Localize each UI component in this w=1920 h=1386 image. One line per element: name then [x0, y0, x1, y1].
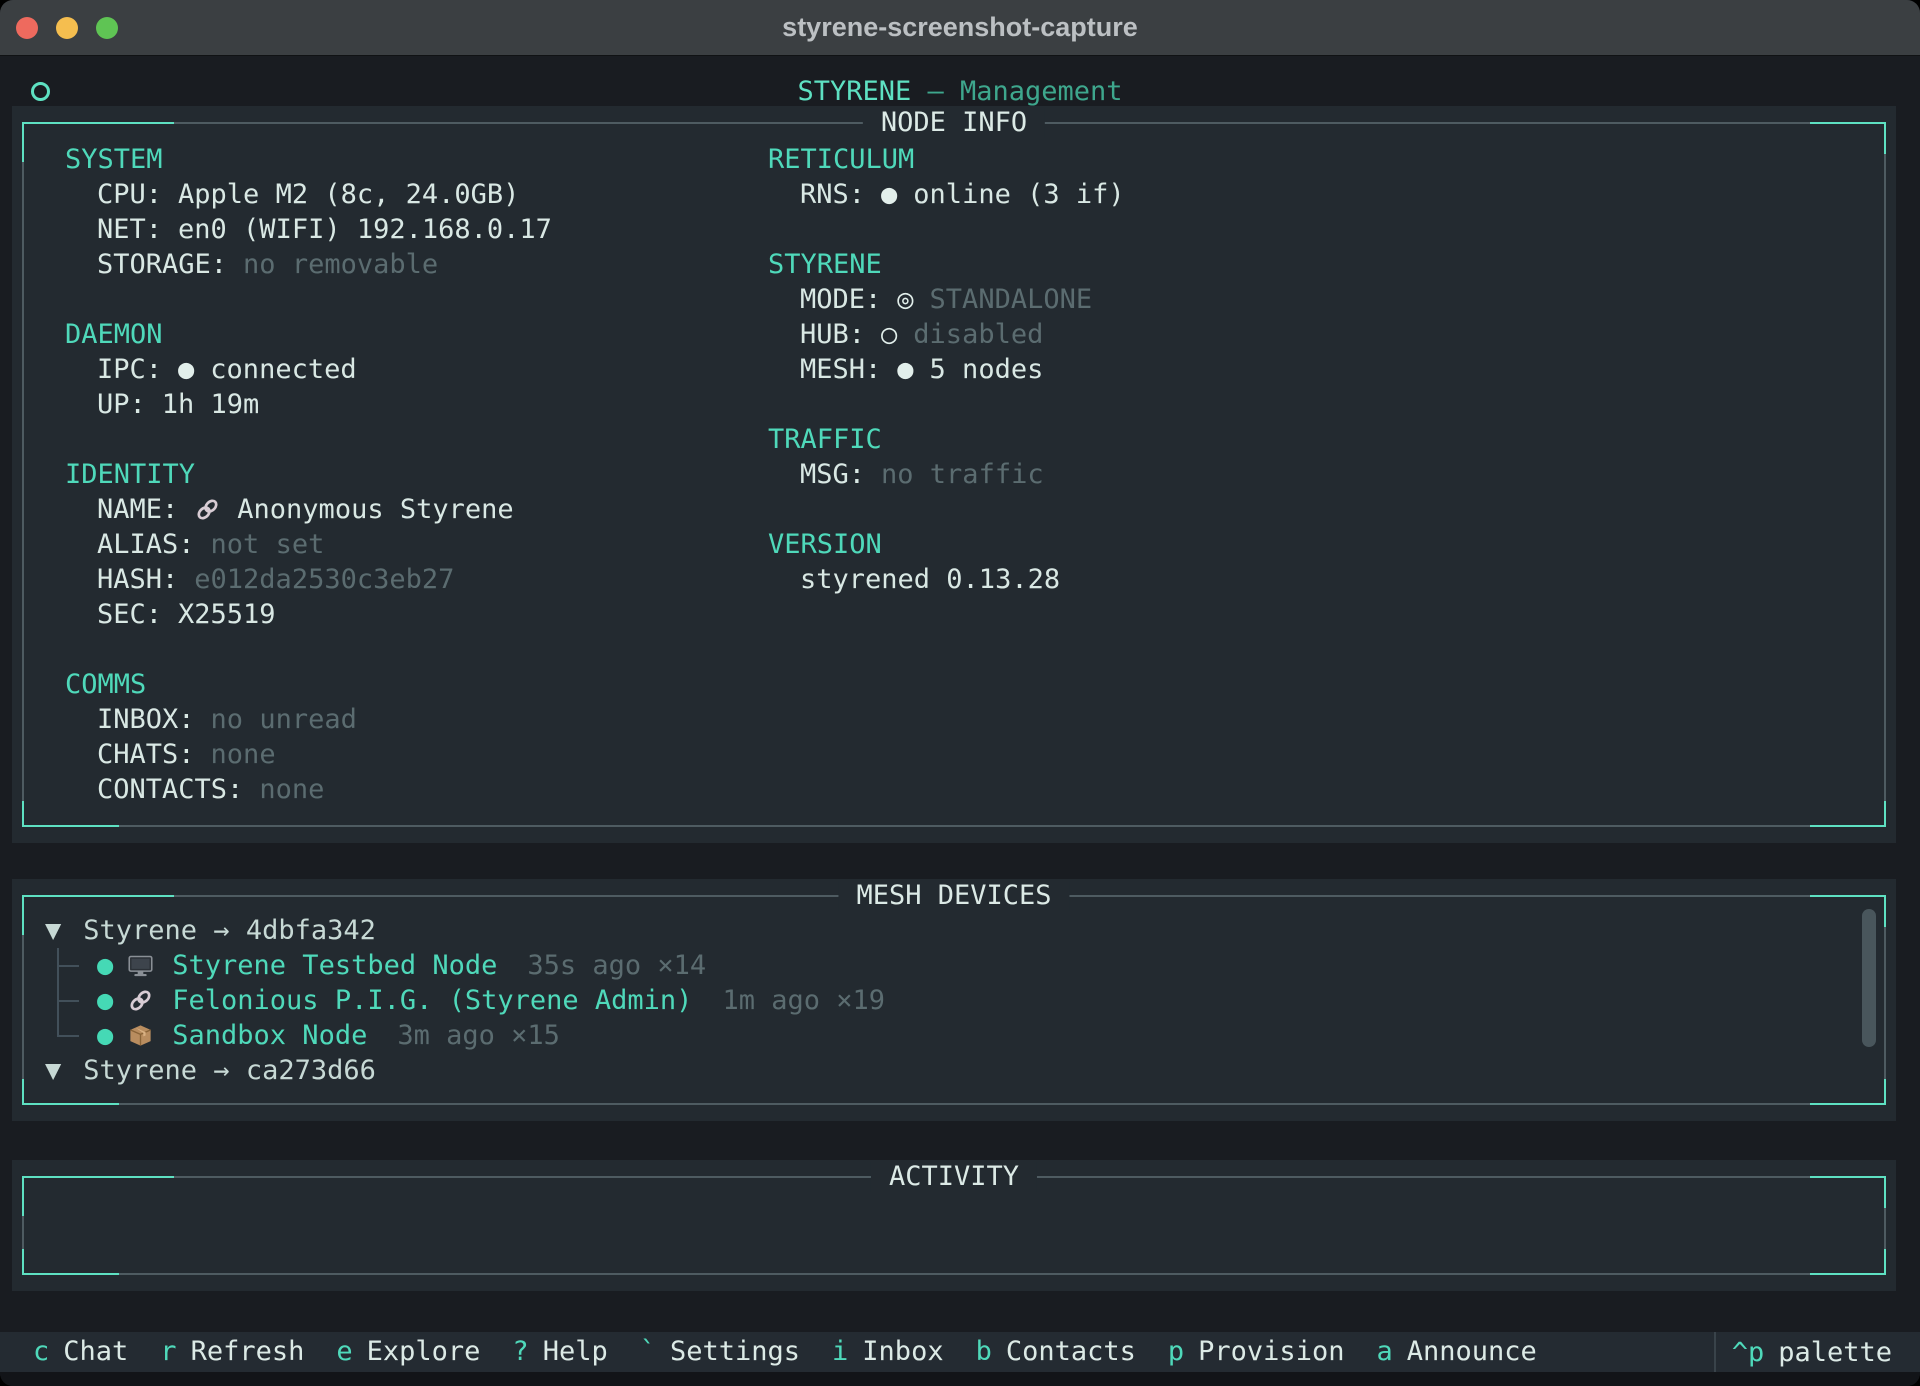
corner-accent [1810, 1176, 1886, 1208]
shortcut-help[interactable]: ?Help [512, 1332, 607, 1372]
mesh-group-label: Styrene → 4dbfa342 [83, 913, 376, 948]
shortcut-list: cChat rRefresh eExplore ?Help `Settings … [33, 1332, 1537, 1372]
window-bottom-strip [0, 1372, 1920, 1386]
status-bar: cChat rRefresh eExplore ?Help `Settings … [0, 1332, 1920, 1372]
section-heading: DAEMON [65, 317, 552, 352]
mesh-device-name: Styrene Testbed Node [172, 948, 497, 983]
page-title: STYRENE — Management [0, 74, 1920, 109]
collapse-arrow-icon[interactable]: ▼ [45, 913, 61, 948]
activity-panel: ACTIVITY [12, 1160, 1896, 1291]
statusbar-divider [1714, 1332, 1716, 1372]
section-heading: STYRENE [768, 247, 1125, 282]
link-icon [194, 496, 221, 523]
app-header-row: STYRENE — Management [0, 74, 1920, 109]
mesh-group-label: Styrene → ca273d66 [83, 1053, 376, 1088]
shortcut-chat[interactable]: cChat [33, 1332, 128, 1372]
shortcut-announce[interactable]: aAnnounce [1376, 1332, 1536, 1372]
mesh-device-meta: 3m ago ×15 [397, 1018, 560, 1053]
online-dot-icon: ● [97, 948, 113, 983]
panel-title: ACTIVITY [871, 1162, 1037, 1192]
shortcut-contacts[interactable]: bContacts [976, 1332, 1136, 1372]
mesh-device-row[interactable]: ● Styrene Testbed Node 35s ago ×14 [12, 948, 1896, 983]
corner-accent [22, 1176, 174, 1216]
corner-accent [22, 1249, 119, 1275]
online-dot-icon: ● [97, 1018, 113, 1053]
corner-accent [22, 801, 119, 827]
chats-row: CHATS:none [65, 737, 552, 772]
app-window: styrene-screenshot-capture STYRENE — Man… [0, 0, 1920, 1386]
alias-row: ALIAS:not set [65, 527, 552, 562]
panel-title: MESH DEVICES [838, 881, 1069, 911]
rns-row: RNS:●online (3 if) [768, 177, 1125, 212]
mesh-device-row[interactable]: ● Felonious P.I.G. (Styrene Admin) 1m ag… [12, 983, 1896, 1018]
hub-radio-icon: ○ [881, 317, 897, 352]
panel-title: NODE INFO [863, 108, 1045, 138]
contacts-row: CONTACTS:none [65, 772, 552, 807]
status-dot-icon: ● [881, 177, 897, 212]
cpu-row: CPU:Apple M2 (8c, 24.0GB) [65, 177, 552, 212]
version-section: VERSION styrened 0.13.28 [768, 527, 1125, 597]
storage-row: STORAGE:no removable [65, 247, 552, 282]
mesh-device-row[interactable]: ● Sandbox Node 3m ago ×15 [12, 1018, 1896, 1053]
collapse-arrow-icon[interactable]: ▼ [45, 1053, 61, 1088]
window-title: styrene-screenshot-capture [0, 0, 1920, 55]
corner-accent [1810, 801, 1886, 827]
section-heading: VERSION [768, 527, 1125, 562]
status-dot-icon: ● [178, 352, 194, 387]
shortcut-inbox[interactable]: iInbox [832, 1332, 944, 1372]
status-dot-icon: ● [897, 352, 913, 387]
scrollbar-thumb[interactable] [1862, 909, 1876, 1047]
ipc-row: IPC:●connected [65, 352, 552, 387]
mesh-group-row[interactable]: ▼ Styrene → 4dbfa342 [12, 913, 1896, 948]
mode-row: MODE:◎STANDALONE [768, 282, 1125, 317]
uptime-row: UP:1h 19m [65, 387, 552, 422]
corner-accent [1810, 122, 1886, 154]
daemon-section: DAEMON IPC:●connected UP:1h 19m [65, 317, 552, 422]
monitor-icon [127, 952, 154, 979]
version-row: styrened 0.13.28 [768, 562, 1125, 597]
sec-row: SEC:X25519 [65, 597, 552, 632]
inbox-row: INBOX:no unread [65, 702, 552, 737]
hash-row: HASH:e012da2530c3eb27 [65, 562, 552, 597]
mode-radio-icon: ◎ [897, 282, 913, 317]
online-dot-icon: ● [97, 983, 113, 1018]
mesh-device-name: Felonious P.I.G. (Styrene Admin) [172, 983, 692, 1018]
node-info-right-column: RETICULUM RNS:●online (3 if) STYRENE MOD… [768, 142, 1125, 632]
mesh-device-name: Sandbox Node [172, 1018, 367, 1053]
package-icon [127, 1022, 154, 1049]
section-heading: RETICULUM [768, 142, 1125, 177]
hub-row: HUB:○disabled [768, 317, 1125, 352]
section-heading: COMMS [65, 667, 552, 702]
shortcut-refresh[interactable]: rRefresh [160, 1332, 304, 1372]
mesh-group-row[interactable]: ▼ Styrene → ca273d66 [12, 1053, 1896, 1088]
mesh-devices-panel: MESH DEVICES ▼ Styrene → 4dbfa342 ● Styre… [12, 879, 1896, 1121]
corner-accent [22, 122, 174, 162]
titlebar[interactable]: styrene-screenshot-capture [0, 0, 1920, 56]
styrene-section: STYRENE MODE:◎STANDALONE HUB:○disabled M… [768, 247, 1125, 387]
app-section: — Management [927, 76, 1122, 107]
section-heading: IDENTITY [65, 457, 552, 492]
mesh-device-meta: 1m ago ×19 [722, 983, 885, 1018]
corner-accent [1810, 1249, 1886, 1275]
link-icon [127, 987, 154, 1014]
msg-row: MSG:no traffic [768, 457, 1125, 492]
section-heading: TRAFFIC [768, 422, 1125, 457]
mesh-device-meta: 35s ago ×14 [527, 948, 706, 983]
net-row: NET:en0 (WIFI) 192.168.0.17 [65, 212, 552, 247]
system-section: SYSTEM CPU:Apple M2 (8c, 24.0GB) NET:en0… [65, 142, 552, 282]
app-name: STYRENE [797, 76, 927, 107]
identity-section: IDENTITY NAME: Anonymous Styrene ALIAS:n… [65, 457, 552, 632]
shortcut-settings[interactable]: `Settings [640, 1332, 800, 1372]
mesh-row: MESH:●5 nodes [768, 352, 1125, 387]
shortcut-palette[interactable]: ^ppalette [1732, 1332, 1892, 1372]
shortcut-explore[interactable]: eExplore [336, 1332, 480, 1372]
reticulum-section: RETICULUM RNS:●online (3 if) [768, 142, 1125, 212]
name-row: NAME: Anonymous Styrene [65, 492, 552, 527]
mesh-device-tree: ▼ Styrene → 4dbfa342 ● Styrene Testbed No… [12, 913, 1896, 1088]
node-info-panel: NODE INFO SYSTEM CPU:Apple M2 (8c, 24.0G… [12, 106, 1896, 843]
comms-section: COMMS INBOX:no unread CHATS:none CONTACT… [65, 667, 552, 807]
node-info-left-column: SYSTEM CPU:Apple M2 (8c, 24.0GB) NET:en0… [65, 142, 552, 842]
shortcut-provision[interactable]: pProvision [1168, 1332, 1345, 1372]
traffic-section: TRAFFIC MSG:no traffic [768, 422, 1125, 492]
